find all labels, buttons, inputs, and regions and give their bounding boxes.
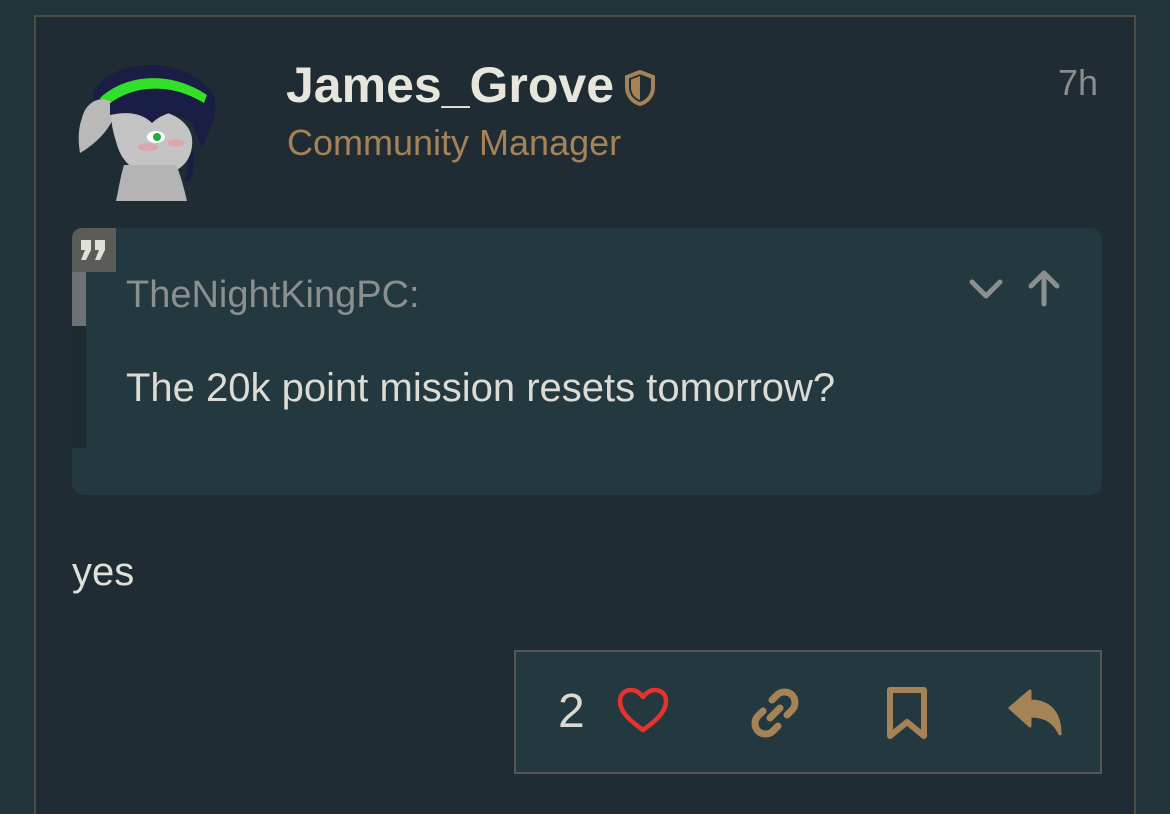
quote-author[interactable]: TheNightKingPC: — [126, 272, 420, 318]
author-row: James_Grove — [286, 55, 656, 115]
avatar[interactable] — [72, 53, 222, 203]
quote-block: TheNightKingPC: The 20k point mission re… — [72, 228, 1102, 495]
bookmark-icon[interactable] — [884, 686, 930, 745]
shield-icon — [624, 69, 656, 107]
avatar-image — [78, 64, 216, 201]
post-actions: 2 — [514, 650, 1102, 774]
arrow-up-icon[interactable] — [1024, 268, 1064, 313]
post-card: James_Grove Community Manager 7h TheNigh… — [34, 15, 1136, 814]
reply-icon[interactable] — [1006, 686, 1064, 745]
quote-text: The 20k point mission resets tomorrow? — [126, 366, 836, 410]
link-icon[interactable] — [748, 686, 802, 745]
quote-bar-lower — [72, 326, 86, 448]
post-body: yes — [72, 550, 135, 594]
quote-controls — [966, 268, 1064, 313]
quote-bar — [72, 268, 86, 326]
username[interactable]: James_Grove — [286, 55, 614, 115]
post-timestamp[interactable]: 7h — [1058, 61, 1098, 105]
like-count[interactable]: 2 — [558, 684, 585, 740]
quote-icon — [72, 228, 116, 272]
heart-icon[interactable] — [616, 686, 670, 741]
user-title: Community Manager — [287, 122, 622, 163]
chevron-down-icon[interactable] — [966, 268, 1006, 313]
page: James_Grove Community Manager 7h TheNigh… — [0, 0, 1170, 814]
